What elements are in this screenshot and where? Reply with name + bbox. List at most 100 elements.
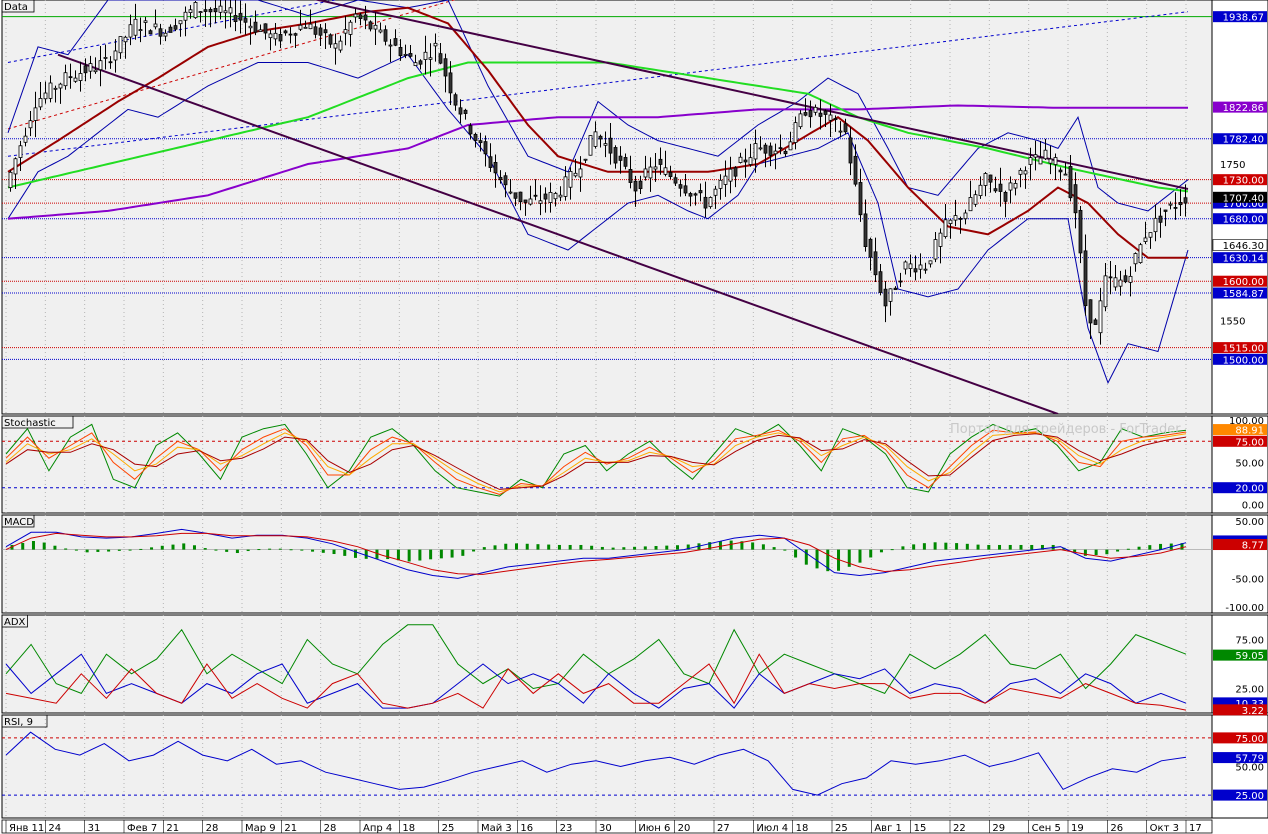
candle-body bbox=[933, 239, 938, 260]
candle-body bbox=[273, 32, 278, 40]
candle-body bbox=[193, 2, 198, 19]
candle-body bbox=[453, 94, 458, 106]
candle-body bbox=[518, 191, 523, 203]
axis-tick-label: 1750 bbox=[1220, 160, 1245, 171]
candle-body bbox=[653, 166, 658, 170]
price-badge-label: 1730.00 bbox=[1223, 176, 1264, 187]
axis-tick-label: 25.00 bbox=[1235, 685, 1264, 696]
macd-histogram-bar bbox=[192, 545, 196, 550]
candle-body bbox=[973, 194, 978, 205]
candle-body bbox=[728, 168, 733, 182]
candle-body bbox=[463, 109, 468, 114]
macd-histogram-bar bbox=[1148, 545, 1152, 550]
candle-body bbox=[563, 176, 568, 197]
candle-body bbox=[1168, 203, 1173, 206]
price-badge-label: 59.05 bbox=[1235, 651, 1264, 662]
candle-body bbox=[323, 29, 328, 34]
candle-body bbox=[618, 155, 623, 161]
candle-body bbox=[768, 145, 773, 156]
candle-body bbox=[1123, 275, 1128, 283]
candle-body bbox=[158, 28, 163, 37]
macd-histogram-bar bbox=[761, 544, 765, 550]
candle-body bbox=[758, 147, 763, 150]
candle-body bbox=[603, 143, 608, 146]
candle-body bbox=[713, 188, 718, 196]
axis-tick-label: -100.00 bbox=[1225, 603, 1264, 614]
candle-body bbox=[533, 194, 538, 197]
candle-body bbox=[78, 73, 83, 81]
candle-body bbox=[348, 21, 353, 35]
candle-body bbox=[773, 150, 778, 155]
time-tick-label: 22 bbox=[953, 823, 966, 834]
axis-tick-label: 1550 bbox=[1220, 316, 1245, 327]
candle-body bbox=[263, 23, 268, 34]
candle-body bbox=[508, 191, 513, 194]
candle-body bbox=[223, 10, 228, 14]
macd-histogram-bar bbox=[53, 545, 57, 550]
macd-histogram-bar bbox=[74, 549, 78, 551]
candle-body bbox=[668, 171, 673, 177]
candle-body bbox=[888, 288, 893, 302]
candle-body bbox=[938, 232, 943, 247]
price-badge-label: 3.22 bbox=[1242, 706, 1264, 717]
candle-body bbox=[593, 131, 598, 147]
candle-body bbox=[558, 194, 563, 198]
macd-histogram-bar bbox=[150, 547, 154, 550]
macd-histogram-bar bbox=[343, 549, 347, 556]
macd-histogram-bar bbox=[396, 549, 400, 561]
time-tick-label: 25 bbox=[442, 823, 455, 834]
candle-body bbox=[538, 200, 543, 204]
macd-histogram-bar bbox=[21, 542, 25, 550]
time-tick-label: 16 bbox=[520, 823, 533, 834]
price-badge-label: 1630.14 bbox=[1223, 254, 1264, 265]
candle-body bbox=[1008, 182, 1013, 191]
candle-body bbox=[1093, 319, 1098, 325]
price-badge-label: 1515.00 bbox=[1223, 344, 1264, 355]
candle-body bbox=[233, 15, 238, 22]
panel-frame bbox=[1, 614, 1213, 714]
candle-body bbox=[248, 25, 253, 29]
time-tick-label: 15 bbox=[914, 823, 927, 834]
candle-body bbox=[598, 135, 603, 140]
candle-body bbox=[238, 13, 243, 21]
time-tick-label: 21 bbox=[284, 823, 297, 834]
panel-title: Data bbox=[4, 2, 28, 13]
time-tick-label: Авг 1 bbox=[874, 823, 902, 834]
macd-histogram-bar bbox=[718, 541, 722, 550]
price-badge-label: 1646.30 bbox=[1223, 241, 1264, 252]
candle-body bbox=[853, 155, 858, 185]
macd-histogram-bar bbox=[525, 543, 529, 550]
macd-histogram-bar bbox=[536, 544, 540, 550]
macd-histogram-bar bbox=[128, 549, 132, 551]
price-badge-label: 25.00 bbox=[1235, 791, 1264, 802]
candle-body bbox=[268, 33, 273, 39]
candle-body bbox=[218, 5, 223, 13]
candle-body bbox=[498, 176, 503, 181]
macd-histogram-bar bbox=[203, 548, 207, 550]
candle-body bbox=[8, 171, 13, 189]
candle-body bbox=[1068, 166, 1073, 199]
axis-tick-label: 50.00 bbox=[1235, 517, 1264, 528]
candle-body bbox=[1038, 157, 1043, 165]
candle-body bbox=[1173, 207, 1178, 209]
candle-body bbox=[633, 180, 638, 192]
panel-adx: ADX bbox=[1, 614, 1268, 714]
macd-histogram-bar bbox=[772, 547, 776, 550]
candle-body bbox=[953, 215, 958, 221]
candle-body bbox=[293, 33, 298, 36]
macd-histogram-bar bbox=[386, 549, 390, 560]
candle-body bbox=[1143, 237, 1148, 242]
candle-body bbox=[1183, 197, 1188, 204]
candle-body bbox=[1033, 154, 1038, 158]
candle-body bbox=[388, 44, 393, 47]
panel-frame bbox=[1, 714, 1213, 819]
candle-body bbox=[298, 24, 303, 30]
candle-body bbox=[303, 26, 308, 29]
candle-body bbox=[493, 162, 498, 174]
macd-histogram-bar bbox=[300, 549, 304, 551]
macd-histogram-bar bbox=[912, 544, 916, 550]
macd-histogram-bar bbox=[268, 548, 272, 550]
candle-body bbox=[848, 137, 853, 164]
candle-body bbox=[678, 184, 683, 189]
price-badge-label: 8.77 bbox=[1242, 541, 1264, 552]
